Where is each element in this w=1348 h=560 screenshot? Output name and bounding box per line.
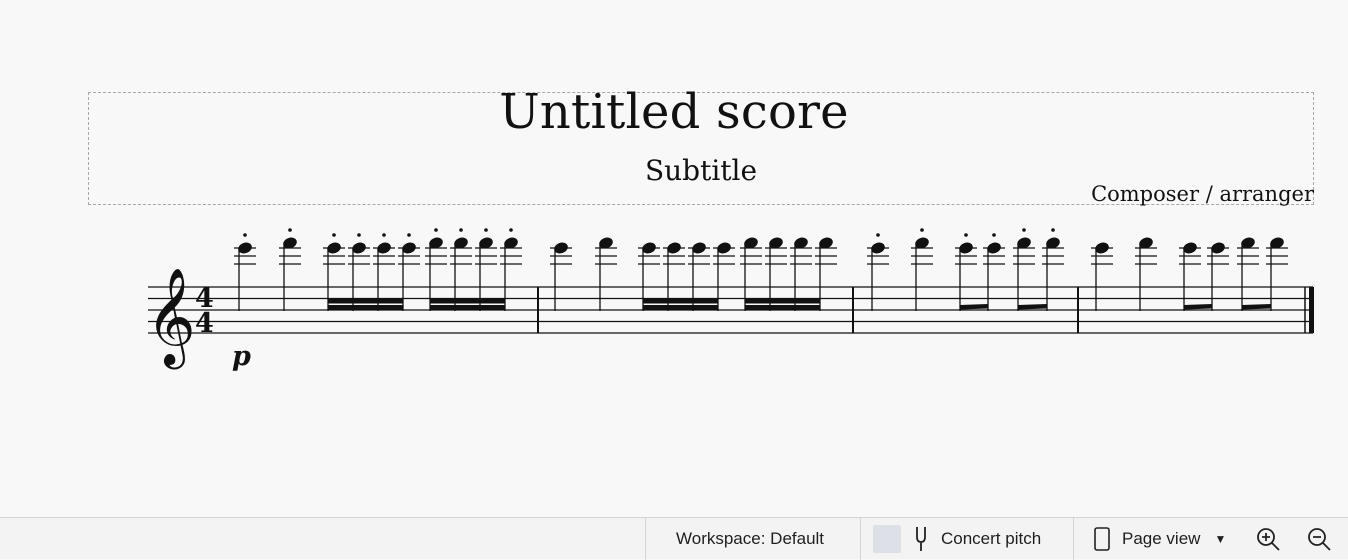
note — [1266, 237, 1288, 311]
status-separator — [860, 518, 861, 560]
staccato-dot — [288, 228, 292, 232]
note — [1091, 242, 1113, 311]
note — [1207, 242, 1229, 311]
staccato-dot — [459, 228, 463, 232]
note — [1179, 242, 1201, 311]
beam — [960, 304, 988, 310]
staccato-dot — [434, 228, 438, 232]
score-canvas[interactable]: Untitled score Subtitle Composer / arran… — [0, 0, 1348, 517]
staccato-dot — [1022, 228, 1026, 232]
beam — [1184, 304, 1212, 310]
zoom-in-icon — [1257, 528, 1280, 551]
note — [1237, 237, 1259, 311]
beam — [1018, 304, 1047, 310]
status-separator — [645, 518, 646, 560]
concert-pitch-checkbox[interactable] — [873, 525, 901, 553]
tuning-fork-icon — [915, 526, 927, 552]
zoom-in-button[interactable] — [1255, 526, 1281, 552]
beam — [328, 305, 403, 310]
concert-pitch-label: Concert pitch — [941, 529, 1042, 548]
beam — [643, 299, 718, 304]
concert-pitch-toggle[interactable]: Concert pitch — [873, 518, 1041, 560]
workspace-label: Workspace: Default — [676, 529, 825, 548]
note — [955, 233, 977, 311]
view-mode-label: Page view — [1122, 529, 1201, 548]
note — [595, 237, 617, 311]
chevron-down-icon: ▼ — [1214, 532, 1227, 546]
staccato-dot — [992, 233, 996, 237]
note — [983, 233, 1005, 311]
note — [867, 233, 889, 311]
status-bar: Workspace: Default Concert pitch Page vi… — [0, 517, 1348, 560]
note — [1135, 237, 1157, 311]
beam — [328, 299, 403, 304]
beam — [745, 299, 820, 304]
treble-clef-icon: 𝄞 — [146, 267, 196, 369]
staccato-dot — [382, 233, 386, 237]
page-icon — [1094, 527, 1110, 551]
staccato-dot — [876, 233, 880, 237]
staccato-dot — [920, 228, 924, 232]
staff-system[interactable]: 𝄞 4 4 p — [0, 0, 1348, 400]
staccato-dot — [484, 228, 488, 232]
zoom-out-button[interactable] — [1306, 526, 1332, 552]
dynamic-marking: p — [232, 341, 251, 372]
beam — [430, 305, 505, 310]
view-mode-dropdown[interactable]: Page view ▼ — [1094, 518, 1226, 560]
final-barline-thick — [1309, 287, 1314, 333]
staccato-dot — [1051, 228, 1055, 232]
zoom-out-icon — [1308, 528, 1331, 551]
beam — [1242, 304, 1271, 310]
beam — [745, 305, 820, 310]
beam — [430, 299, 505, 304]
workspace-selector[interactable]: Workspace: Default — [676, 518, 824, 560]
staccato-dot — [243, 233, 247, 237]
beam — [643, 305, 718, 310]
note — [234, 233, 256, 311]
staccato-dot — [407, 233, 411, 237]
staccato-dot — [332, 233, 336, 237]
status-separator — [1073, 518, 1074, 560]
staccato-dot — [357, 233, 361, 237]
note — [550, 242, 572, 311]
staff-lines — [148, 286, 1313, 334]
time-signature-bottom: 4 — [195, 308, 214, 339]
staccato-dot — [964, 233, 968, 237]
staccato-dot — [509, 228, 513, 232]
